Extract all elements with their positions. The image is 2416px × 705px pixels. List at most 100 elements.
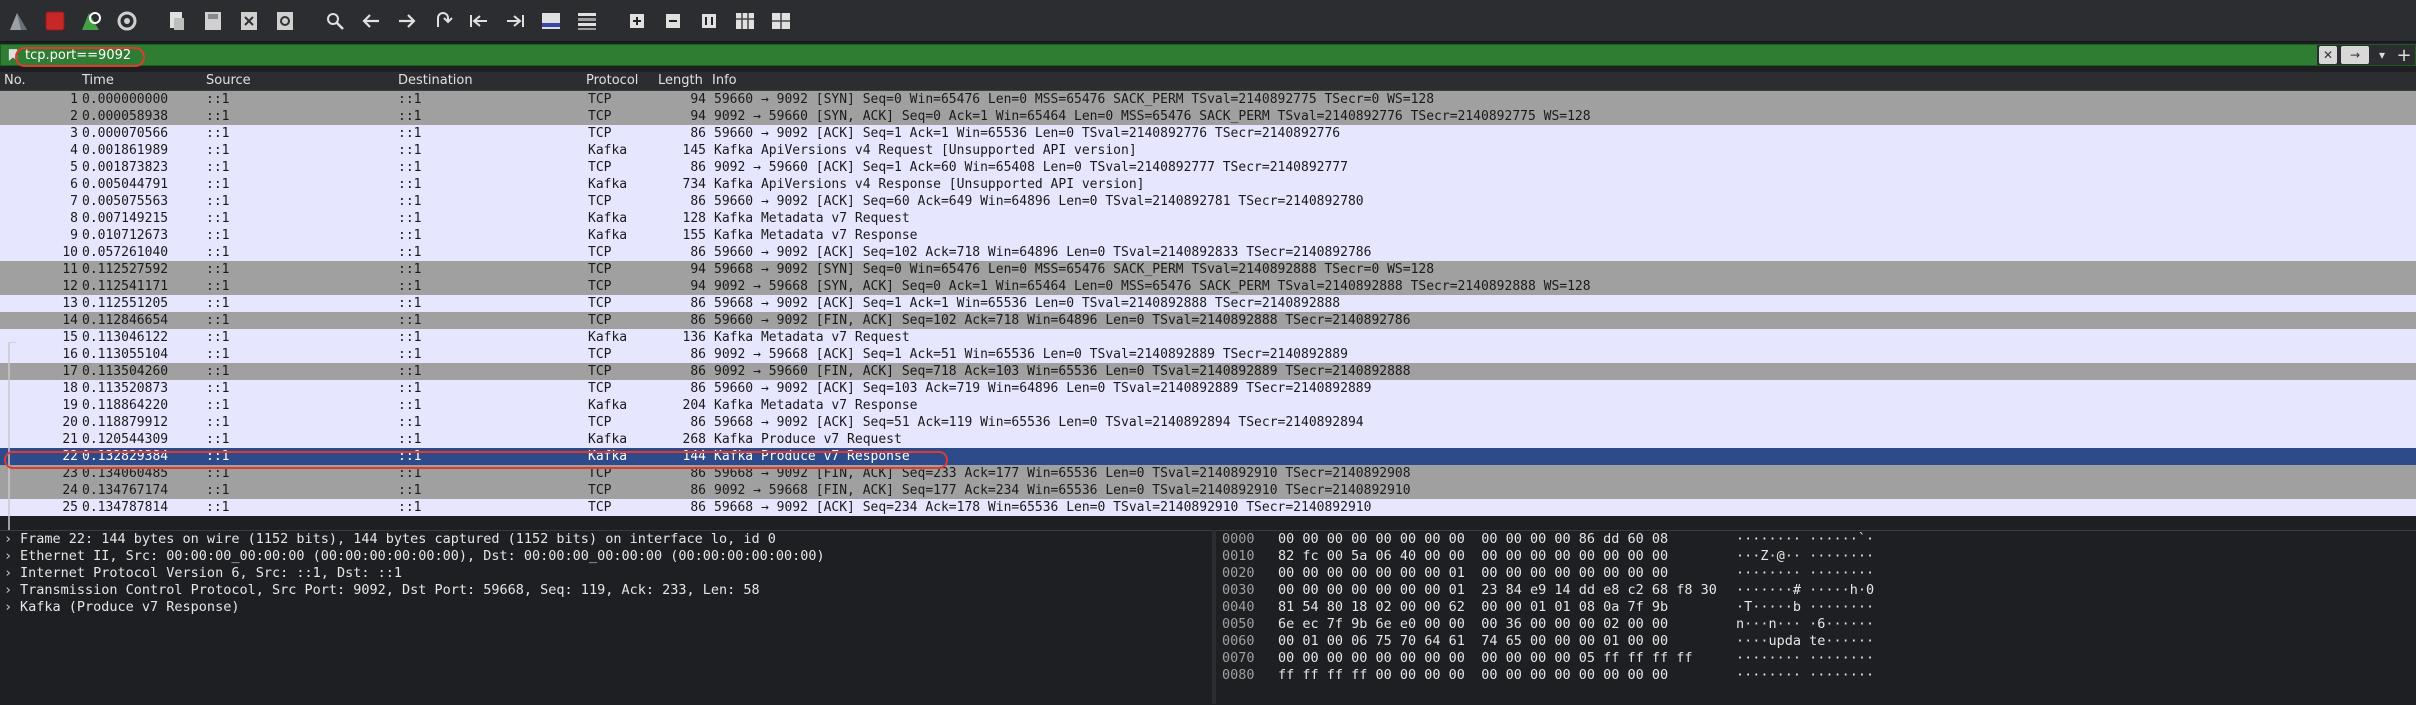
packet-row[interactable]: 17 0.113504260::1::1 TCP 86 9092 → 59660 [FI… — [0, 363, 2416, 380]
column-header-protocol[interactable]: Protocol — [586, 72, 638, 90]
packet-row[interactable]: 7 0.005075563::1::1 TCP 86 59660 → 9092 [ACK… — [0, 193, 2416, 210]
packet-row[interactable]: 22 0.132829384::1::1 Kafka 144 Kafka Produce… — [0, 448, 2416, 465]
hex-offset[interactable]: 0050 — [1222, 616, 1255, 633]
packet-row[interactable]: 6 0.005044791::1::1 Kafka 734 Kafka ApiVersi… — [0, 176, 2416, 193]
go-last-icon[interactable] — [500, 6, 530, 36]
packet-row[interactable]: 8 0.007149215::1::1 Kafka 128 Kafka Metadata… — [0, 210, 2416, 227]
expand-arrow-icon[interactable]: › — [4, 599, 20, 616]
packet-row[interactable]: 4 0.001861989::1::1 Kafka 145 Kafka ApiVersi… — [0, 142, 2416, 159]
hex-offset[interactable]: 0070 — [1222, 650, 1255, 667]
detail-tree-item[interactable]: › Frame 22: 144 bytes on wire (1152 bits)… — [0, 531, 1212, 548]
close-file-icon[interactable] — [234, 6, 264, 36]
auto-scroll-icon[interactable] — [536, 6, 566, 36]
colorize-icon[interactable] — [572, 6, 602, 36]
packet-row[interactable]: 16 0.113055104::1::1 TCP 86 9092 → 59668 [AC… — [0, 346, 2416, 363]
hex-offset[interactable]: 0020 — [1222, 565, 1255, 582]
normal-size-icon[interactable] — [694, 6, 724, 36]
hex-bytes[interactable]: 00 00 00 00 00 00 00 00 00 00 00 00 86 d… — [1278, 531, 1668, 548]
packet-row[interactable]: 21 0.120544309::1::1 Kafka 268 Kafka Produce… — [0, 431, 2416, 448]
expand-arrow-icon[interactable]: › — [4, 548, 20, 565]
save-file-icon[interactable] — [198, 6, 228, 36]
hex-offset[interactable]: 0040 — [1222, 599, 1255, 616]
hex-ascii[interactable]: ········ ······`· — [1736, 531, 1874, 548]
expand-columns-icon[interactable] — [766, 6, 796, 36]
restart-capture-icon[interactable] — [76, 6, 106, 36]
reload-file-icon[interactable] — [270, 6, 300, 36]
hex-offset[interactable]: 0010 — [1222, 548, 1255, 565]
hex-bytes[interactable]: 00 00 00 00 00 00 00 00 00 00 00 00 05 f… — [1278, 650, 1693, 667]
resize-columns-icon[interactable] — [730, 6, 760, 36]
packet-row[interactable]: 9 0.010712673::1::1 Kafka 155 Kafka Metadata… — [0, 227, 2416, 244]
packet-row[interactable]: 11 0.112527592::1::1 TCP 94 59668 → 9092 [SY… — [0, 261, 2416, 278]
packet-row[interactable]: 23 0.134060485::1::1 TCP 86 59668 → 9092 [FI… — [0, 465, 2416, 482]
clear-filter-icon[interactable]: ✕ — [2319, 46, 2337, 64]
packet-row[interactable]: 13 0.112551205::1::1 TCP 86 59668 → 9092 [AC… — [0, 295, 2416, 312]
packet-row[interactable]: 10 0.057261040::1::1 TCP 86 59660 → 9092 [AC… — [0, 244, 2416, 261]
hex-bytes[interactable]: 00 00 00 00 00 00 00 01 23 84 e9 14 dd e… — [1278, 582, 1717, 599]
add-filter-button-icon[interactable]: + — [2395, 45, 2413, 66]
bookmark-icon[interactable] — [5, 46, 21, 64]
packet-row[interactable]: 5 0.001873823::1::1 TCP 86 9092 → 59660 [ACK… — [0, 159, 2416, 176]
packet-row[interactable]: 12 0.112541171::1::1 TCP 94 9092 → 59668 [SY… — [0, 278, 2416, 295]
expand-arrow-icon[interactable]: › — [4, 582, 20, 599]
detail-tree-item[interactable]: › Ethernet II, Src: 00:00:00_00:00:00 (00… — [0, 548, 1212, 565]
go-forward-icon[interactable] — [392, 6, 422, 36]
column-header-destination[interactable]: Destination — [398, 72, 473, 90]
hex-ascii[interactable]: ········ ········ — [1736, 650, 1874, 667]
display-filter-input[interactable] — [21, 45, 2315, 65]
hex-bytes[interactable]: 00 00 00 00 00 00 00 01 00 00 00 00 00 0… — [1278, 565, 1668, 582]
go-to-packet-icon[interactable] — [428, 6, 458, 36]
packet-row[interactable]: 19 0.118864220::1::1 Kafka 204 Kafka Metadat… — [0, 397, 2416, 414]
hex-ascii[interactable]: n···n··· ·6······ — [1736, 616, 1874, 633]
hex-ascii[interactable]: ·······# ·····h·0 — [1736, 582, 1874, 599]
packet-source: ::1 — [206, 296, 230, 311]
go-first-icon[interactable] — [464, 6, 494, 36]
packet-row[interactable]: 15 0.113046122::1::1 Kafka 136 Kafka Metadat… — [0, 329, 2416, 346]
packet-row[interactable]: 14 0.112846654::1::1 TCP 86 59660 → 9092 [FI… — [0, 312, 2416, 329]
hex-offset[interactable]: 0030 — [1222, 582, 1255, 599]
hex-bytes[interactable]: 82 fc 00 5a 06 40 00 00 00 00 00 00 00 0… — [1278, 548, 1668, 565]
hex-bytes[interactable]: 00 01 00 06 75 70 64 61 74 65 00 00 00 0… — [1278, 633, 1668, 650]
hex-offset[interactable]: 0000 — [1222, 531, 1255, 548]
packet-row[interactable]: 20 0.118879912::1::1 TCP 86 59668 → 9092 [AC… — [0, 414, 2416, 431]
column-header-info[interactable]: Info — [712, 72, 737, 90]
packet-row[interactable]: 25 0.134787814::1::1 TCP 86 59668 → 9092 [AC… — [0, 499, 2416, 516]
packet-row[interactable]: 2 0.000058938::1::1 TCP 94 9092 → 59660 [SYN… — [0, 108, 2416, 125]
detail-tree-item[interactable]: › Kafka (Produce v7 Response) — [0, 599, 1212, 616]
packet-row[interactable]: 18 0.113520873::1::1 TCP 86 59660 → 9092 [AC… — [0, 380, 2416, 397]
column-header-no[interactable]: No. — [4, 72, 26, 90]
detail-tree-item[interactable]: › Transmission Control Protocol, Src Port… — [0, 582, 1212, 599]
capture-options-icon[interactable] — [112, 6, 142, 36]
packet-protocol: TCP — [588, 466, 612, 481]
column-header-time[interactable]: Time — [82, 72, 114, 90]
zoom-in-icon[interactable] — [622, 6, 652, 36]
recent-filters-icon[interactable]: ▾ — [2373, 46, 2391, 64]
column-header-length[interactable]: Length — [658, 72, 703, 90]
packet-row[interactable]: 3 0.000070566::1::1 TCP 86 59660 → 9092 [ACK… — [0, 125, 2416, 142]
hex-bytes[interactable]: 81 54 80 18 02 00 00 62 00 00 01 01 08 0… — [1278, 599, 1668, 616]
open-file-icon[interactable] — [162, 6, 192, 36]
hex-ascii[interactable]: ····upda te······ — [1736, 633, 1874, 650]
hex-offset[interactable]: 0080 — [1222, 667, 1255, 684]
hex-ascii[interactable]: ········ ········ — [1736, 667, 1874, 684]
find-packet-icon[interactable] — [320, 6, 350, 36]
detail-tree-item[interactable]: › Internet Protocol Version 6, Src: ::1, … — [0, 565, 1212, 582]
hex-offset[interactable]: 0060 — [1222, 633, 1255, 650]
hex-ascii[interactable]: ········ ········ — [1736, 565, 1874, 582]
apply-filter-icon[interactable]: → — [2341, 46, 2369, 64]
zoom-out-icon[interactable] — [658, 6, 688, 36]
column-header-source[interactable]: Source — [206, 72, 251, 90]
hex-bytes[interactable]: ff ff ff ff 00 00 00 00 00 00 00 00 00 0… — [1278, 667, 1668, 684]
expand-arrow-icon[interactable]: › — [4, 531, 20, 548]
packet-row[interactable]: 24 0.134767174::1::1 TCP 86 9092 → 59668 [FI… — [0, 482, 2416, 499]
packet-protocol: TCP — [588, 483, 612, 498]
go-back-icon[interactable] — [356, 6, 386, 36]
packet-row[interactable]: 1 0.000000000::1::1 TCP 94 59660 → 9092 [SYN… — [0, 91, 2416, 108]
packet-source: ::1 — [206, 415, 230, 430]
expand-arrow-icon[interactable]: › — [4, 565, 20, 582]
shark-fin-icon[interactable] — [4, 6, 34, 36]
hex-ascii[interactable]: ·T·····b ········ — [1736, 599, 1874, 616]
stop-capture-icon[interactable] — [40, 6, 70, 36]
hex-bytes[interactable]: 6e ec 7f 9b 6e e0 00 00 00 36 00 00 00 0… — [1278, 616, 1668, 633]
hex-ascii[interactable]: ···Z·@·· ········ — [1736, 548, 1874, 565]
